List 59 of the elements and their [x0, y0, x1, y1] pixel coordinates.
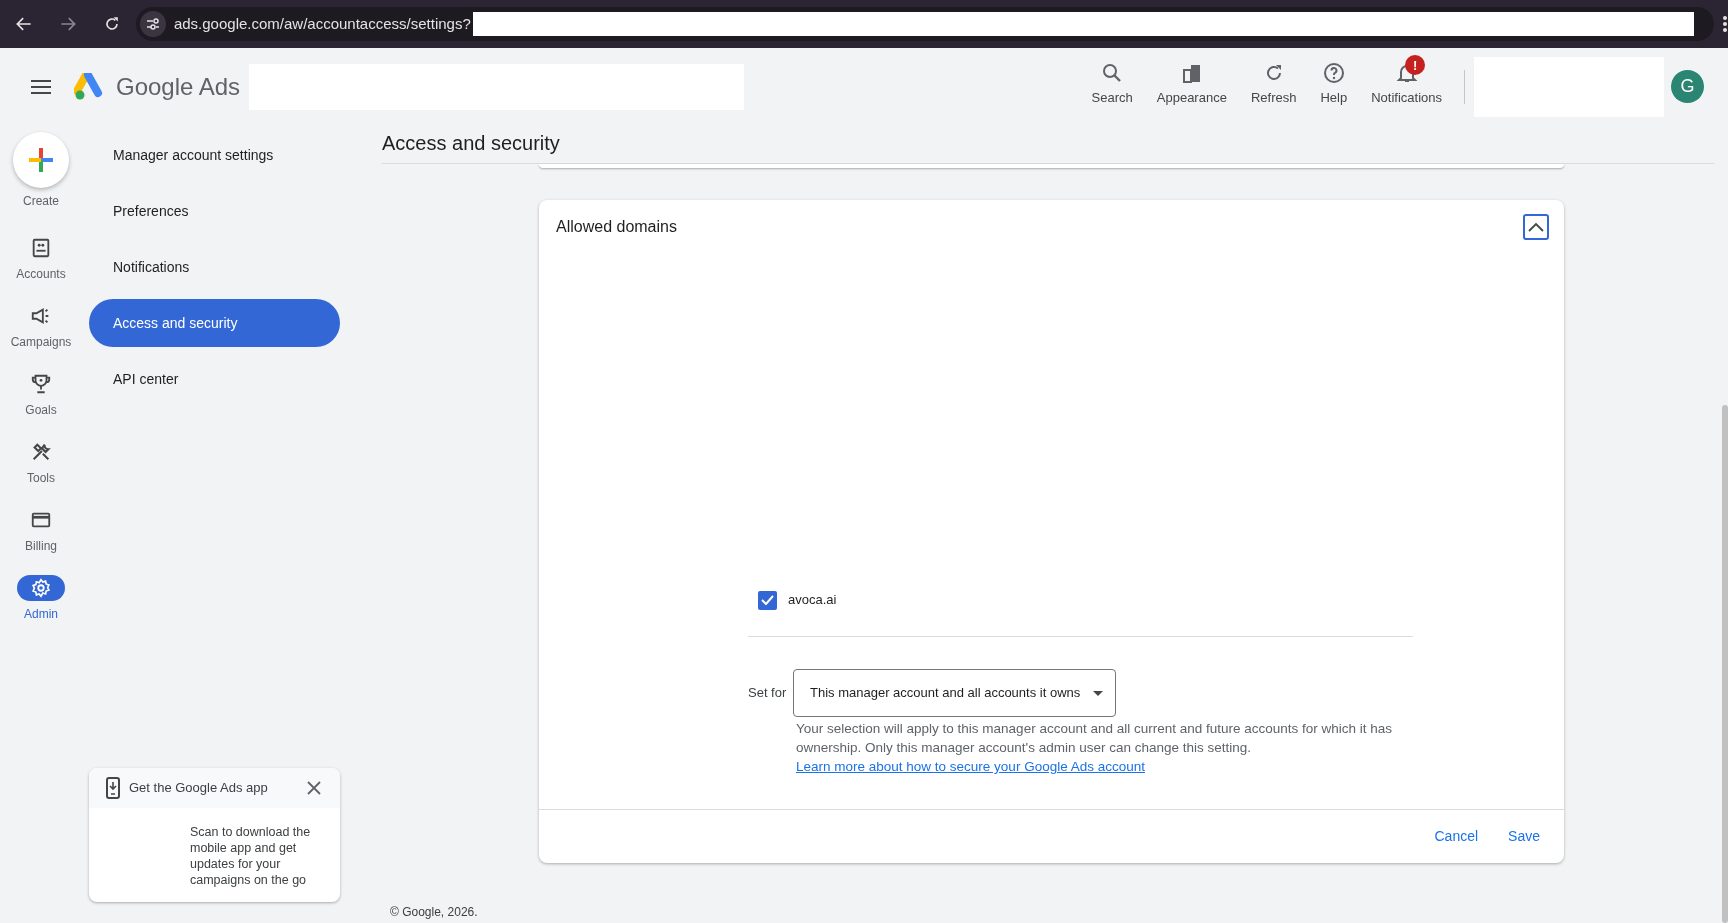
rail-label: Billing	[25, 538, 57, 555]
header-action-button[interactable]: Search	[1081, 55, 1143, 108]
footer-button[interactable]: Save	[1498, 818, 1550, 855]
rail-label: Create	[23, 193, 59, 210]
check-icon	[761, 595, 774, 605]
copyright-text: © Google, 2026.	[390, 904, 479, 921]
rail-label: Goals	[25, 402, 57, 419]
create-button[interactable]	[13, 132, 69, 188]
url-text: ads.google.com/aw/accountaccess/settings?	[173, 13, 471, 34]
rail-label: Tools	[27, 470, 55, 487]
promo-text: Scan to download the mobile app and get updates for your campaigns on the go	[190, 824, 312, 888]
card-title: Allowed domains	[556, 217, 678, 237]
settings-nav-item[interactable]: Access and security	[89, 299, 340, 347]
domain-label: avoca.ai	[788, 591, 837, 610]
phone-download-icon	[106, 777, 120, 799]
settings-nav-item[interactable]: API center	[89, 355, 340, 403]
header-action-button[interactable]: Appearance	[1146, 55, 1237, 108]
help-icon	[1321, 61, 1346, 86]
plus-icon	[28, 147, 54, 173]
footer-button[interactable]: Cancel	[1424, 818, 1489, 855]
settings-nav-item[interactable]: Manager account settings	[89, 131, 340, 179]
rail-item[interactable]	[17, 575, 65, 601]
action-label: Search	[1091, 89, 1133, 108]
action-label: Appearance	[1156, 89, 1227, 108]
trophy-icon	[30, 373, 52, 395]
set-for-dropdown[interactable]: This manager account and all accounts it owns	[793, 669, 1116, 717]
header-action-button[interactable]: ! Notifications	[1361, 55, 1452, 108]
chevron-up-icon	[1528, 222, 1544, 232]
rail-label: Admin	[24, 606, 58, 623]
learn-more-link[interactable]: Learn more about how to secure your Google Ads account	[796, 759, 1145, 774]
checkbox[interactable]	[758, 590, 777, 610]
header-action-button[interactable]: Help	[1310, 55, 1358, 108]
rail-label: Accounts	[16, 266, 66, 283]
avatar[interactable]: G	[1671, 70, 1704, 103]
tools-icon	[30, 441, 52, 463]
set-for-label: Set for	[748, 684, 788, 703]
address-bar[interactable]: ads.google.com/aw/accountaccess/settings?	[135, 7, 1714, 41]
more-icon	[1722, 14, 1728, 34]
promo-title: Get the Google Ads app	[129, 779, 269, 798]
close-icon	[307, 781, 321, 795]
accounts-icon	[30, 237, 52, 259]
caret-icon	[1093, 690, 1103, 696]
scrollbar[interactable]	[1722, 405, 1728, 923]
help-text: Your selection will apply to this manager account and all current and future accounts for which it has ownership. Only this manager account's admin user can change this setting. Learn more about how to secure your Google Ads account	[796, 720, 1394, 776]
action-label: Notifications	[1371, 89, 1442, 108]
alert-badge: !	[1405, 55, 1426, 76]
settings-nav-item[interactable]: Preferences	[89, 187, 340, 235]
product-name: Google Ads	[116, 71, 241, 102]
rail-label: Campaigns	[10, 334, 72, 351]
close-button[interactable]	[305, 779, 323, 797]
action-label: Help	[1320, 89, 1348, 108]
collapse-button[interactable]	[1523, 214, 1549, 240]
settings-nav-item[interactable]: Notifications	[89, 243, 340, 291]
header-action-button[interactable]: Refresh	[1240, 55, 1307, 108]
site-settings-icon	[139, 11, 166, 37]
menu-icon	[30, 78, 52, 95]
settings-icon	[30, 577, 52, 599]
page-title: Access and security	[382, 131, 560, 156]
action-label: Refresh	[1250, 89, 1297, 108]
